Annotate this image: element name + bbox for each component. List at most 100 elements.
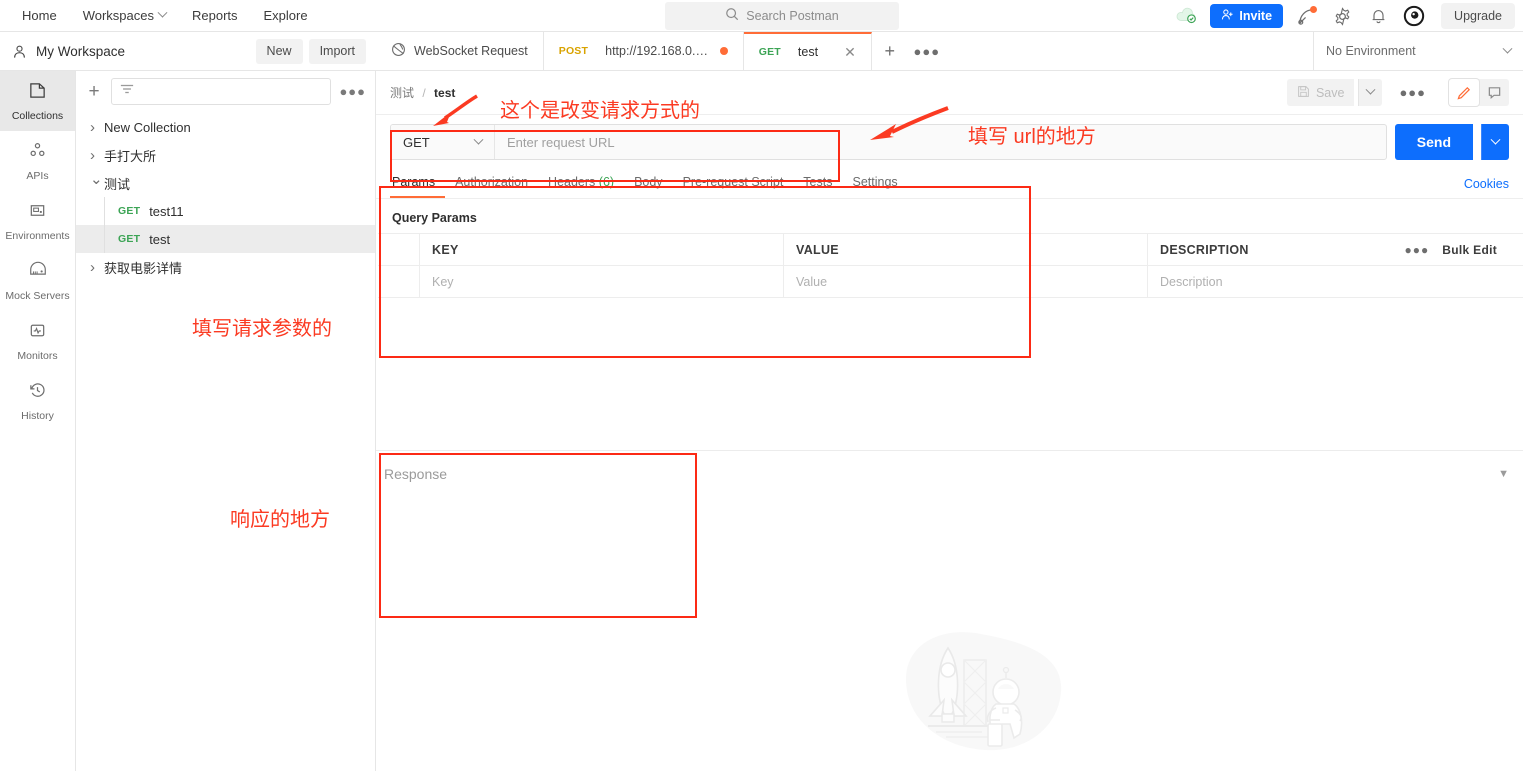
environment-selector[interactable]: No Environment	[1313, 32, 1523, 70]
new-tab-button[interactable]: +	[872, 32, 908, 70]
tab-label: Pre-request Script	[682, 175, 784, 189]
nav-item-reports[interactable]: Reports	[182, 3, 248, 28]
tab-get-test[interactable]: GET test ✕	[743, 32, 872, 70]
bell-icon[interactable]	[1365, 3, 1391, 29]
url-input[interactable]	[495, 125, 1386, 159]
request-method-badge: GET	[118, 233, 141, 245]
tree-item-label: 测试	[104, 176, 131, 192]
select-all-checkbox-cell[interactable]	[378, 234, 420, 265]
send-dropdown-button[interactable]	[1481, 124, 1509, 160]
chevron-down-icon[interactable]	[90, 174, 104, 192]
tree-item-request-test11[interactable]: GET test11	[76, 197, 375, 225]
table-actions: ●●● Bulk Edit	[1392, 234, 1513, 265]
nav-item-workspaces[interactable]: Workspaces	[73, 3, 176, 28]
tree-item-collection-ceshi[interactable]: 测试	[76, 169, 375, 197]
gear-icon[interactable]	[1329, 3, 1355, 29]
rail-item-history[interactable]: History	[0, 371, 75, 431]
response-empty-illustration	[886, 604, 1086, 764]
row-checkbox-cell[interactable]	[378, 266, 420, 297]
sidebar-more-options-icon[interactable]: ●●●	[339, 84, 366, 99]
edit-pencil-icon[interactable]	[1449, 79, 1479, 106]
tab-post-request[interactable]: POST http://192.168.0.1...	[544, 32, 744, 70]
invite-button[interactable]: Invite	[1210, 4, 1284, 28]
rail-item-mock-servers[interactable]: Mock Servers	[0, 251, 75, 311]
param-key-input[interactable]: Key	[420, 266, 784, 297]
workspace-person-icon	[12, 44, 27, 59]
comment-icon[interactable]	[1479, 79, 1509, 106]
bulk-edit-button[interactable]: Bulk Edit	[1442, 243, 1513, 257]
tree-item-new-collection[interactable]: New Collection	[76, 113, 375, 141]
nav-item-explore[interactable]: Explore	[254, 3, 318, 28]
main-content-area: WebSocket Request POST http://192.168.0.…	[376, 32, 1523, 771]
tab-method-badge: GET	[758, 46, 781, 58]
rail-item-label: Collections	[11, 109, 64, 122]
chevron-down-icon	[1490, 134, 1501, 145]
environments-icon	[28, 201, 47, 225]
save-dropdown-button[interactable]	[1358, 79, 1383, 106]
new-button[interactable]: New	[255, 38, 303, 64]
tab-tests[interactable]: Tests	[793, 175, 842, 198]
table-more-options-icon[interactable]: ●●●	[1392, 243, 1443, 257]
tree-item-request-test[interactable]: GET test	[76, 225, 375, 253]
tab-body[interactable]: Body	[624, 175, 673, 198]
chevron-right-icon[interactable]	[90, 147, 104, 164]
save-disk-icon	[1297, 85, 1310, 101]
tab-more-options-icon[interactable]: ●●●	[908, 32, 946, 70]
rail-item-monitors[interactable]: Monitors	[0, 311, 75, 371]
breadcrumb-parent[interactable]: 测试	[390, 86, 414, 100]
chevron-right-icon[interactable]	[90, 119, 104, 136]
column-header-description: DESCRIPTION ●●● Bulk Edit	[1148, 234, 1523, 265]
monitors-icon	[28, 321, 47, 345]
save-label: Save	[1315, 85, 1345, 100]
save-button[interactable]: Save	[1286, 79, 1355, 106]
response-divider[interactable]	[376, 450, 1523, 451]
collections-icon	[28, 81, 47, 105]
account-avatar-icon[interactable]	[1401, 3, 1427, 29]
search-input[interactable]: Search Postman	[665, 2, 899, 30]
rail-item-apis[interactable]: APIs	[0, 131, 75, 191]
tab-params[interactable]: Params	[390, 175, 446, 198]
tree-item-collection-movie[interactable]: 获取电影详情	[76, 253, 375, 281]
response-placeholder: Response	[384, 466, 448, 482]
websocket-icon	[391, 42, 406, 60]
tree-item-label: 获取电影详情	[104, 260, 183, 276]
chevron-right-icon[interactable]	[90, 259, 104, 276]
tab-headers[interactable]: Headers (6)	[538, 175, 624, 198]
rail-item-collections[interactable]: Collections	[0, 71, 75, 131]
left-icon-rail: Collections APIs Environments Mock Serve…	[0, 71, 76, 771]
tab-authorization[interactable]: Authorization	[445, 175, 538, 198]
cookies-link[interactable]: Cookies	[1464, 177, 1509, 198]
url-row: GET Send	[376, 115, 1523, 169]
workspace-buttons: New Import	[255, 38, 376, 64]
sidebar-filter-input[interactable]	[111, 77, 332, 105]
http-method-selector[interactable]: GET	[391, 125, 495, 159]
column-header-key: KEY	[420, 234, 784, 265]
send-button[interactable]: Send	[1394, 124, 1473, 160]
param-description-input[interactable]: Description	[1148, 266, 1523, 297]
satellite-icon[interactable]	[1293, 3, 1319, 29]
upgrade-button[interactable]: Upgrade	[1441, 3, 1515, 29]
postman-app-window: Home Workspaces Reports Explore Search P…	[0, 0, 1523, 771]
tab-settings[interactable]: Settings	[842, 175, 907, 198]
http-method-value: GET	[403, 134, 430, 150]
import-button[interactable]: Import	[308, 38, 366, 64]
chevron-down-icon	[1502, 43, 1513, 54]
request-more-options-icon[interactable]: ●●●	[1386, 85, 1439, 100]
tab-pre-request-script[interactable]: Pre-request Script	[673, 175, 794, 198]
tab-label: Tests	[803, 175, 833, 189]
new-item-button[interactable]: +	[85, 82, 103, 101]
tab-websocket-request[interactable]: WebSocket Request	[376, 32, 544, 70]
headers-count: (6)	[598, 175, 615, 189]
close-icon[interactable]: ✕	[844, 44, 856, 61]
request-actions: Save ●●●	[1286, 79, 1509, 106]
search-placeholder: Search Postman	[746, 9, 839, 23]
nav-item-home[interactable]: Home	[12, 3, 67, 28]
param-value-input[interactable]: Value	[784, 266, 1148, 297]
tab-label: WebSocket Request	[414, 44, 528, 58]
sync-status-icon[interactable]	[1174, 3, 1200, 29]
mock-servers-icon	[28, 261, 48, 285]
tree-item-collection-2[interactable]: 手打大所	[76, 141, 375, 169]
rail-item-environments[interactable]: Environments	[0, 191, 75, 251]
rail-item-label: History	[21, 409, 54, 422]
chevron-down-icon[interactable]: ▼	[1498, 468, 1509, 480]
